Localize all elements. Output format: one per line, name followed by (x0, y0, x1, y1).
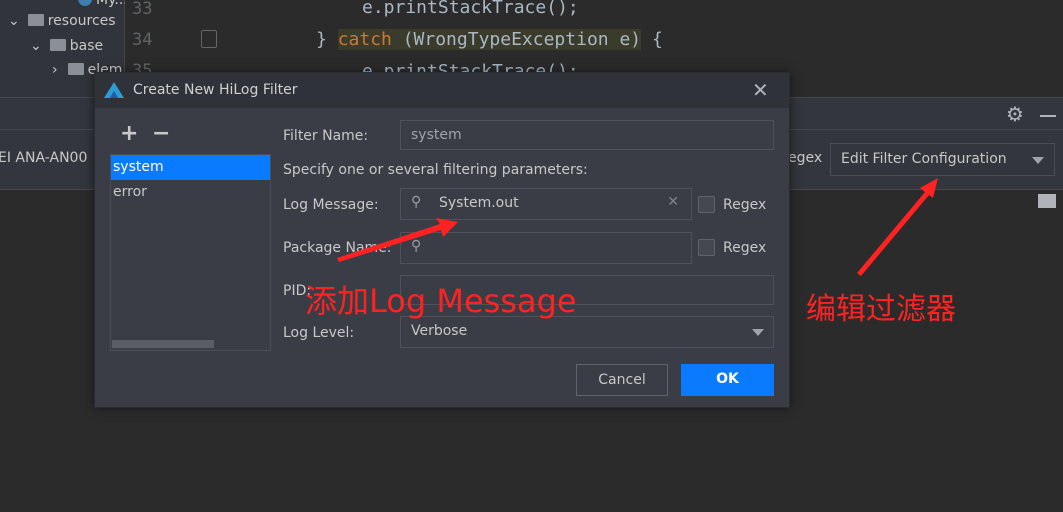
annotation-add-log-message: 添加Log Message (305, 282, 577, 320)
arrow-to-log-message (337, 218, 458, 262)
annotation-edit-filter: 编辑过滤器 (806, 292, 956, 327)
arrow-to-edit-filter (857, 178, 938, 276)
annotation-arrows (337, 178, 938, 276)
